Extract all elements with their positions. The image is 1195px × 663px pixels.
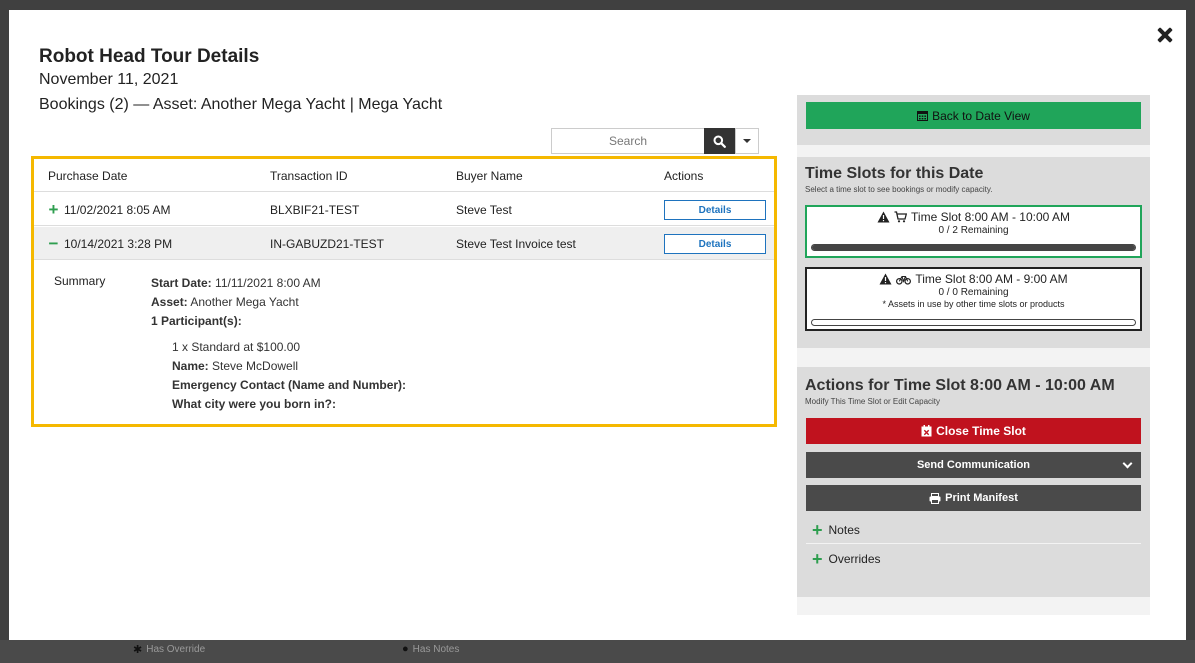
purchase-date-value: 11/02/2021 8:05 AM <box>64 202 171 217</box>
overrides-label: Overrides <box>828 552 881 566</box>
back-to-date-view-button[interactable]: Back to Date View <box>806 102 1141 129</box>
start-date-line: Start Date: 11/11/2021 8:00 AM <box>151 274 406 293</box>
calendar-times-icon <box>921 425 932 437</box>
ticket-line: 1 x Standard at $100.00 <box>172 340 301 354</box>
participants-count: 1 Participant(s): <box>151 314 242 328</box>
time-slots-subtitle: Select a time slot to see bookings or mo… <box>805 185 993 194</box>
caret-down-icon <box>743 139 751 143</box>
time-slot-card[interactable]: Time Slot 8:00 AM - 10:00 AM 0 / 2 Remai… <box>805 205 1142 258</box>
actions-subtitle: Modify This Time Slot or Edit Capacity <box>805 397 941 406</box>
collapse-row-icon[interactable]: − <box>48 235 59 252</box>
actions-title: Actions for Time Slot 8:00 AM - 10:00 AM <box>805 377 1115 394</box>
notes-toggle[interactable]: + Notes <box>806 516 1141 544</box>
chevron-down-icon <box>1122 458 1133 469</box>
bookings-heading: Bookings (2) — Asset: Another Mega Yacht… <box>39 96 443 113</box>
close-icon[interactable] <box>1156 26 1174 44</box>
tour-date: November 11, 2021 <box>39 71 179 88</box>
time-slot-panel: Back to Date View Time Slots for this Da… <box>797 95 1150 615</box>
search-group <box>551 128 759 154</box>
calendar-icon <box>917 111 929 121</box>
purchase-date-cell: + 11/02/2021 8:05 AM <box>48 193 171 226</box>
table-row: − 10/14/2021 3:28 PM IN-GABUZD21-TEST St… <box>34 227 774 260</box>
legend-notes-label: Has Notes <box>412 643 460 655</box>
back-section: Back to Date View <box>797 95 1150 145</box>
expand-row-icon[interactable]: + <box>48 201 59 218</box>
close-time-slot-label: Close Time Slot <box>936 424 1026 438</box>
time-slots-section: Time Slots for this Date Select a time s… <box>797 157 1150 348</box>
plus-icon: + <box>812 519 823 540</box>
bookings-table: Purchase Date Transaction ID Buyer Name … <box>31 156 777 427</box>
legend-override-label: Has Override <box>146 644 206 655</box>
capacity-progress-bar <box>811 319 1136 326</box>
buyer-name-cell: Steve Test Invoice test <box>456 236 576 251</box>
time-slot-label-line: Time Slot 8:00 AM - 9:00 AM <box>807 272 1140 286</box>
modal-title: Robot Head Tour Details <box>39 46 260 67</box>
back-to-date-view-label: Back to Date View <box>932 108 1030 123</box>
cart-icon <box>894 211 908 223</box>
comment-icon: ● <box>402 643 409 655</box>
time-slot-label: Time Slot 8:00 AM - 9:00 AM <box>915 272 1068 286</box>
details-button[interactable]: Details <box>664 200 766 220</box>
buyer-name-cell: Steve Test <box>456 202 512 217</box>
time-slot-remaining: 0 / 2 Remaining <box>938 225 1009 236</box>
warning-icon <box>879 273 892 285</box>
search-button[interactable] <box>704 128 735 154</box>
time-slot-label: Time Slot 8:00 AM - 10:00 AM <box>911 210 1070 224</box>
asterisk-icon: ✱ <box>133 644 143 656</box>
column-header-buyer-name: Buyer Name <box>456 168 523 183</box>
close-time-slot-button[interactable]: Close Time Slot <box>806 418 1141 444</box>
legend-override: ✱ Has Override <box>133 643 205 656</box>
participant-name-label: Name: <box>172 359 209 373</box>
transaction-id-cell: BLXBIF21-TEST <box>270 202 360 217</box>
tour-details-modal: Robot Head Tour Details November 11, 202… <box>9 10 1186 640</box>
start-date-value: 11/11/2021 8:00 AM <box>215 276 321 290</box>
summary-body: Start Date: 11/11/2021 8:00 AM Asset: An… <box>151 274 406 414</box>
bicycle-icon <box>896 275 912 285</box>
plus-icon: + <box>812 549 823 569</box>
asset-label: Asset: <box>151 295 188 309</box>
column-header-purchase-date: Purchase Date <box>48 168 128 183</box>
legend-notes: ● Has Notes <box>402 643 459 655</box>
capacity-progress-bar <box>811 244 1136 251</box>
notes-label: Notes <box>828 522 860 537</box>
overrides-toggle[interactable]: + Overrides <box>806 545 1141 573</box>
participant-name-line: Name: Steve McDowell <box>172 357 406 376</box>
time-slot-remaining: 0 / 0 Remaining <box>938 287 1009 298</box>
participant-name-value: Steve McDowell <box>212 359 299 373</box>
asset-value: Another Mega Yacht <box>190 295 299 309</box>
emergency-contact-line: Emergency Contact (Name and Number): <box>172 378 407 392</box>
send-communication-button[interactable]: Send Communication <box>806 452 1141 478</box>
print-manifest-button[interactable]: Print Manifest <box>806 485 1141 511</box>
time-slot-label-line: Time Slot 8:00 AM - 10:00 AM <box>807 210 1140 224</box>
capacity-progress-fill <box>812 245 1135 250</box>
send-communication-label: Send Communication <box>916 459 1031 471</box>
transaction-id-cell: IN-GABUZD21-TEST <box>270 236 385 251</box>
table-header: Purchase Date Transaction ID Buyer Name … <box>34 159 774 192</box>
column-header-transaction-id: Transaction ID <box>270 168 348 183</box>
purchase-date-value: 10/14/2021 3:28 PM <box>64 236 173 251</box>
summary-label: Summary <box>54 274 106 288</box>
time-slot-note: * Assets in use by other time slots or p… <box>882 299 1065 309</box>
search-icon <box>713 135 726 148</box>
column-header-actions: Actions <box>664 168 704 183</box>
start-date-label: Start Date: <box>151 276 212 290</box>
search-options-dropdown[interactable] <box>735 128 759 154</box>
time-slot-actions-section: Actions for Time Slot 8:00 AM - 10:00 AM… <box>797 367 1150 597</box>
purchase-date-cell: − 10/14/2021 3:28 PM <box>48 227 173 260</box>
print-icon <box>929 492 941 504</box>
table-row: + 11/02/2021 8:05 AM BLXBIF21-TEST Steve… <box>34 193 774 226</box>
details-button[interactable]: Details <box>664 234 766 254</box>
print-manifest-label: Print Manifest <box>945 492 1018 504</box>
birth-city-line: What city were you born in?: <box>172 397 337 411</box>
asset-line: Asset: Another Mega Yacht <box>151 293 406 312</box>
time-slot-card[interactable]: Time Slot 8:00 AM - 9:00 AM 0 / 0 Remain… <box>805 267 1142 331</box>
time-slots-title: Time Slots for this Date <box>805 165 984 182</box>
search-input[interactable] <box>551 128 704 154</box>
warning-icon <box>877 211 890 223</box>
